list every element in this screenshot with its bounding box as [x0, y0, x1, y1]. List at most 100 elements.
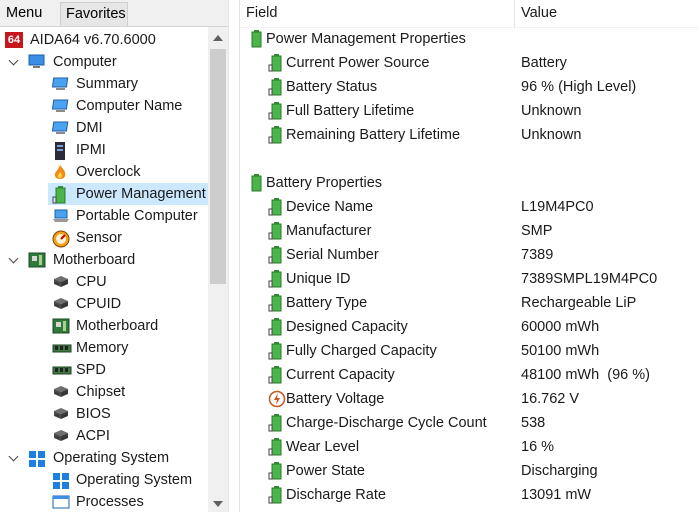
voltage-icon [268, 390, 286, 408]
tree-item-acpi[interactable]: ACPI [0, 425, 208, 447]
tree-item-operating-system[interactable]: Operating System [0, 469, 208, 491]
windows-icon [28, 450, 45, 467]
tree-node-label: Portable Computer [76, 208, 198, 224]
property-value: 16 % [521, 439, 555, 455]
property-field: Full Battery Lifetime [286, 103, 415, 119]
property-row[interactable]: Manufacturer SMP [240, 219, 699, 243]
tree-node-label: Computer [53, 54, 117, 70]
tree-item-memory[interactable]: Memory [0, 337, 208, 359]
tree-node-label: BIOS [76, 406, 111, 422]
memory-icon [52, 362, 72, 378]
tab-menu[interactable]: Menu [0, 0, 58, 26]
scroll-up-arrow-icon[interactable] [213, 35, 223, 41]
property-value: Discharging [521, 463, 598, 479]
tree-item-portable-computer[interactable]: Portable Computer [0, 205, 208, 227]
property-value: L19M4PC0 [521, 199, 594, 215]
battery-icon [268, 102, 284, 120]
property-value: 96 % (High Level) [521, 79, 637, 95]
tree-node-label: Motherboard [53, 252, 136, 268]
flame-icon [52, 164, 68, 180]
property-value: 538 [521, 415, 546, 431]
scrollbar-thumb[interactable] [210, 49, 226, 284]
battery-icon [268, 78, 284, 96]
battery-icon [268, 318, 284, 336]
property-field: Fully Charged Capacity [286, 343, 437, 359]
tree-item-motherboard[interactable]: Motherboard [0, 315, 208, 337]
expand-chevron-icon[interactable] [8, 253, 19, 264]
tree-node-label: DMI [76, 120, 103, 136]
property-row[interactable]: Fully Charged Capacity 50100 mWh [240, 339, 699, 363]
tree-item-ipmi[interactable]: IPMI [0, 139, 208, 161]
tree-node-label: Processes [76, 494, 144, 510]
tree-item-processes[interactable]: Processes [0, 491, 208, 512]
chip-icon [52, 428, 68, 444]
property-field: Unique ID [286, 271, 351, 287]
tree-item-cpuid[interactable]: CPUID [0, 293, 208, 315]
property-row[interactable]: Battery Type Rechargeable LiP [240, 291, 699, 315]
property-row[interactable]: Battery Status 96 % (High Level) [240, 75, 699, 99]
tab-favorites[interactable]: Favorites [60, 2, 128, 26]
property-row[interactable]: Serial Number 7389 [240, 243, 699, 267]
scroll-down-arrow-icon[interactable] [213, 501, 223, 507]
tree-category-motherboard[interactable]: Motherboard [0, 249, 208, 271]
tree-item-spd[interactable]: SPD [0, 359, 208, 381]
tree-category-operating-system[interactable]: Operating System [0, 447, 208, 469]
tree-node-label: CPUID [76, 296, 122, 312]
property-row[interactable]: Battery Voltage 16.762 V [240, 387, 699, 411]
property-row[interactable]: Full Battery Lifetime Unknown [240, 99, 699, 123]
tree-item-computer-name[interactable]: Computer Name [0, 95, 208, 117]
tree-node-label: Overclock [76, 164, 141, 180]
battery-icon [268, 294, 284, 312]
property-row[interactable]: Power State Discharging [240, 459, 699, 483]
property-row[interactable]: Wear Level 16 % [240, 435, 699, 459]
battery-icon [268, 462, 284, 480]
tree-item-summary[interactable]: Summary [0, 73, 208, 95]
battery-icon [268, 126, 284, 144]
tree-node-label: ACPI [76, 428, 110, 444]
property-field: Charge-Discharge Cycle Count [286, 415, 487, 431]
tree-item-overclock[interactable]: Overclock [0, 161, 208, 183]
pane-splitter[interactable] [228, 0, 240, 512]
expand-chevron-icon[interactable] [8, 55, 19, 66]
property-value: SMP [521, 223, 553, 239]
property-row[interactable]: Current Power Source Battery [240, 51, 699, 75]
battery-icon [268, 342, 284, 360]
property-value: 7389 [521, 247, 554, 263]
battery-icon [268, 486, 284, 504]
property-row[interactable]: Unique ID 7389SMPL19M4PC0 [240, 267, 699, 291]
property-row[interactable]: Designed Capacity 60000 mWh [240, 315, 699, 339]
property-row[interactable]: Device Name L19M4PC0 [240, 195, 699, 219]
monitor-icon [51, 76, 69, 92]
tree-root[interactable]: 64 AIDA64 v6.70.6000 [0, 29, 208, 51]
property-field: Current Capacity [286, 367, 395, 383]
property-field: Discharge Rate [286, 487, 386, 503]
property-row[interactable]: Remaining Battery Lifetime Unknown [240, 123, 699, 147]
tree-node-label: Memory [76, 340, 129, 356]
tree-item-bios[interactable]: BIOS [0, 403, 208, 425]
chip-icon [52, 406, 68, 422]
expand-chevron-icon[interactable] [8, 451, 19, 462]
property-row[interactable]: Current Capacity 48100 mWh (96 %) [240, 363, 699, 387]
tree-item-chipset[interactable]: Chipset [0, 381, 208, 403]
property-field: Serial Number [286, 247, 379, 263]
tree-item-power-management[interactable]: Power Management [0, 183, 208, 205]
tree-item-sensor[interactable]: Sensor [0, 227, 208, 249]
battery-icon [268, 270, 284, 288]
computer-icon [28, 54, 45, 70]
column-header-field[interactable]: Field [246, 0, 277, 27]
gauge-icon [52, 230, 70, 248]
property-row[interactable]: Charge-Discharge Cycle Count 538 [240, 411, 699, 435]
section-header[interactable]: Power Management Properties [240, 27, 699, 51]
property-field: Battery Type [286, 295, 368, 311]
tree-scrollbar[interactable] [208, 27, 228, 512]
window-icon [52, 494, 70, 510]
column-separator[interactable] [514, 0, 515, 27]
tree-node-label: IPMI [76, 142, 106, 158]
tree-item-dmi[interactable]: DMI [0, 117, 208, 139]
section-header[interactable]: Battery Properties [240, 171, 699, 195]
column-header-value[interactable]: Value [521, 0, 557, 27]
tree-item-cpu[interactable]: CPU [0, 271, 208, 293]
property-row[interactable]: Discharge Rate 13091 mW [240, 483, 699, 507]
nav-tabs: Menu Favorites [0, 0, 240, 27]
tree-category-computer[interactable]: Computer [0, 51, 208, 73]
